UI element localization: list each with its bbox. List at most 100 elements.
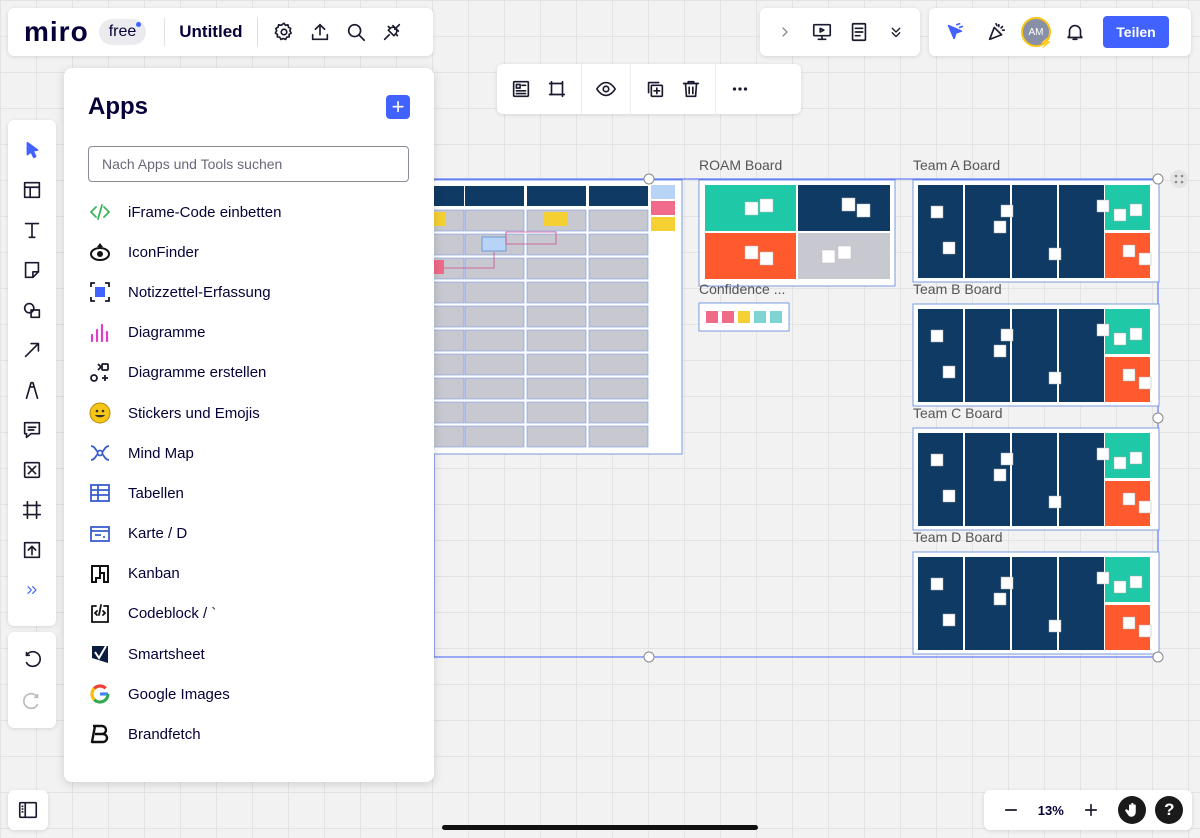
sticky-note[interactable] (1096, 447, 1110, 461)
sticky-note[interactable] (930, 329, 944, 343)
sticky-note[interactable] (1122, 492, 1136, 506)
grid-header-cell (465, 186, 524, 206)
sticky-note[interactable] (930, 205, 944, 219)
sticky-note[interactable] (942, 241, 956, 255)
app-item-label: IconFinder (128, 243, 199, 261)
sticky-note[interactable] (1048, 247, 1062, 261)
app-item-create-diagrams[interactable]: Diagramme erstellen (88, 353, 410, 393)
roam-board[interactable]: ROAM Board (698, 157, 896, 287)
grid-cell (464, 377, 525, 400)
codeblock-icon (88, 602, 112, 626)
sticky-note[interactable] (1113, 208, 1127, 222)
sticky-note[interactable] (1122, 368, 1136, 382)
team-board-label: Team D Board (913, 529, 1002, 545)
grid-cell (588, 233, 649, 256)
sticky-note[interactable] (993, 468, 1007, 482)
app-item-codeblock[interactable]: Codeblock / ` (88, 594, 410, 634)
shapes-icon (88, 361, 112, 385)
app-item-charts[interactable]: Diagramme (88, 313, 410, 353)
sticky-note[interactable] (1138, 252, 1152, 266)
bar-chart-icon (88, 321, 112, 345)
team-board-column (1012, 433, 1057, 526)
app-item-kanban[interactable]: Kanban (88, 554, 410, 594)
grid-cell (464, 401, 525, 424)
app-item-iframe[interactable]: iFrame-Code einbetten (88, 192, 410, 232)
team-board-column (918, 309, 963, 402)
grid-cell (588, 329, 649, 352)
sticky-note[interactable] (1096, 199, 1110, 213)
grid-cell (464, 281, 525, 304)
team-board[interactable]: Team B Board (912, 281, 1160, 407)
grid-cell (588, 377, 649, 400)
roam-board-label: ROAM Board (699, 157, 782, 173)
grid-cell (526, 377, 587, 400)
sticky-note[interactable] (1048, 619, 1062, 633)
app-item-label: Codeblock / ` (128, 605, 217, 623)
sticky-note[interactable] (993, 592, 1007, 606)
app-item-google-images[interactable]: Google Images (88, 674, 410, 714)
sticky-note[interactable] (1138, 624, 1152, 638)
add-app-button[interactable]: + (386, 95, 410, 119)
app-item-iconfinder[interactable]: IconFinder (88, 232, 410, 272)
team-board-column (1059, 433, 1104, 526)
sticky-note[interactable] (1129, 327, 1143, 341)
drag-handle-icon[interactable] (1170, 170, 1188, 188)
sticky-note[interactable] (1113, 332, 1127, 346)
team-board-column (1059, 309, 1104, 402)
sticky-note[interactable] (1129, 575, 1143, 589)
sticky-note[interactable] (1122, 616, 1136, 630)
smartsheet-icon (88, 642, 112, 666)
sticky-note[interactable] (1048, 495, 1062, 509)
app-item-tables[interactable]: Tabellen (88, 473, 410, 513)
sticky-note[interactable] (1000, 576, 1014, 590)
team-board[interactable]: Team A Board (912, 157, 1160, 283)
app-item-mind-map[interactable]: Mind Map (88, 433, 410, 473)
sticky-note[interactable] (1096, 323, 1110, 337)
app-item-label: Mind Map (128, 444, 194, 462)
grid-cell (588, 209, 649, 232)
sticky-note[interactable] (1138, 500, 1152, 514)
planning-grid-board[interactable] (399, 179, 683, 455)
app-item-brandfetch[interactable]: Brandfetch (88, 714, 410, 754)
team-board[interactable]: Team C Board (912, 405, 1160, 531)
grid-cell (588, 257, 649, 280)
sticky-note[interactable] (1138, 376, 1152, 390)
confidence-board-label: Confidence ... (699, 281, 785, 297)
sticky-note[interactable] (942, 613, 956, 627)
app-search-input[interactable] (88, 146, 409, 182)
sticky-note[interactable] (1000, 452, 1014, 466)
code-icon (88, 200, 112, 224)
app-item-smartsheet[interactable]: Smartsheet (88, 634, 410, 674)
sticky-note[interactable] (1129, 451, 1143, 465)
team-board[interactable]: Team D Board (912, 529, 1160, 655)
sticky-note[interactable] (930, 453, 944, 467)
grid-cell (526, 353, 587, 376)
sticky-note[interactable] (1000, 328, 1014, 342)
team-board-column (1059, 185, 1104, 278)
confidence-board[interactable]: Confidence ... (698, 281, 790, 332)
sticky-note[interactable] (1129, 203, 1143, 217)
app-item-label: Karte / D (128, 525, 188, 543)
sticky-note[interactable] (1113, 580, 1127, 594)
sticky-note[interactable] (930, 577, 944, 591)
app-item-sticky-capture[interactable]: Notizzettel-Erfassung (88, 272, 410, 312)
app-item-stickers[interactable]: Stickers und Emojis (88, 393, 410, 433)
grid-cell (464, 425, 525, 448)
sticky-note[interactable] (993, 344, 1007, 358)
grid-cell (588, 281, 649, 304)
sticky-note[interactable] (993, 220, 1007, 234)
sticky-note[interactable] (1096, 571, 1110, 585)
app-item-label: Notizzettel-Erfassung (128, 283, 271, 301)
grid-cell (464, 329, 525, 352)
card-icon (88, 522, 112, 546)
sticky-note[interactable] (1122, 244, 1136, 258)
app-item-card[interactable]: Karte / D (88, 514, 410, 554)
sticky-note[interactable] (1000, 204, 1014, 218)
sticky-note[interactable] (942, 489, 956, 503)
sticky-note[interactable] (1113, 456, 1127, 470)
sticky-note[interactable] (1048, 371, 1062, 385)
grid-cell (588, 401, 649, 424)
grid-header-cell (589, 186, 648, 206)
sticky-note[interactable] (942, 365, 956, 379)
team-board-label: Team C Board (913, 405, 1002, 421)
